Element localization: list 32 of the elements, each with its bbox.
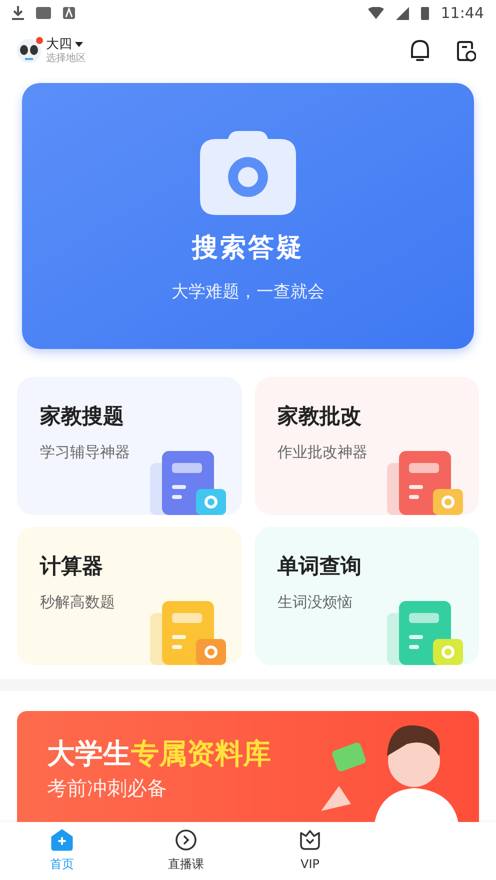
calculator-icon [150, 599, 226, 665]
grade-label: 大四 [46, 36, 72, 52]
tab-item[interactable]: VIP [248, 822, 372, 880]
grade-selector[interactable]: 大四 选择地区 [16, 36, 86, 66]
banner-subtitle: 大学难题，一查就会 [172, 281, 324, 304]
document-icon [387, 449, 463, 515]
camera-icon [198, 129, 298, 217]
tool-card[interactable]: 计算器 秒解高数题 [17, 527, 242, 665]
banner-title: 搜索答疑 [192, 232, 304, 265]
tab-item[interactable]: 直播课 [124, 822, 248, 880]
panda-avatar-icon [16, 38, 42, 64]
crown-icon [299, 829, 321, 851]
photo-search-banner[interactable]: 搜索答疑 大学难题，一查就会 [22, 83, 474, 349]
play-icon [175, 829, 197, 851]
caret-icon [75, 42, 83, 48]
document-icon [387, 599, 463, 665]
tool-card[interactable]: 家教批改 作业批改神器 [254, 377, 479, 515]
battery-icon [420, 6, 429, 20]
document-icon [150, 449, 226, 515]
promo-subtitle: 考前冲刺必备 [47, 775, 168, 801]
status-time: 11:44 [440, 2, 484, 24]
app-notification-icon [36, 7, 51, 19]
promo-title-highlight: 专属资料库 [131, 736, 271, 772]
tool-card[interactable]: 家教搜题 学习辅导神器 [17, 377, 242, 515]
app-notification-icon [63, 7, 75, 19]
home-icon [51, 829, 73, 851]
tool-card[interactable]: 单词查询 生词没烦恼 [254, 527, 479, 665]
wifi-icon [368, 7, 384, 19]
promo-title: 大学生 [47, 736, 131, 772]
download-icon [12, 6, 24, 20]
region-label: 选择地区 [46, 52, 86, 66]
signal-icon [396, 6, 409, 20]
